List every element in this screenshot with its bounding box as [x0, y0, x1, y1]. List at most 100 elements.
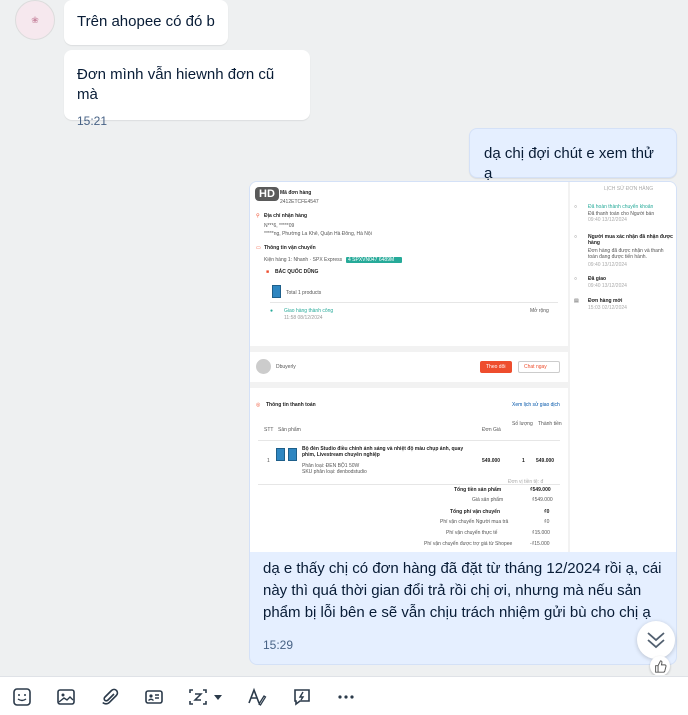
attachment-icon — [102, 688, 119, 705]
message-text: Trên ahopee có đó b — [77, 13, 215, 30]
message-bubble-1[interactable]: Trên ahopee có đó b — [64, 0, 228, 45]
product-qty: 1 — [522, 458, 525, 464]
caret-down-icon — [214, 695, 222, 700]
message-time: 15:29 — [263, 638, 294, 652]
col-header: STT — [264, 427, 274, 433]
product-thumbnail — [276, 448, 285, 461]
image-caption: dạ e thấy chị có đơn hàng đã đặt từ thán… — [263, 560, 662, 621]
image-icon — [57, 689, 75, 705]
history-event-time: 09:40 13/12/2024 — [588, 217, 627, 223]
chat-messages: ❀ Trên ahopee có đó b Đơn mình vẫn hiewn… — [0, 0, 688, 675]
capture-options-dropdown[interactable] — [211, 686, 225, 708]
summary-value: -₫15.000 — [530, 541, 550, 547]
history-title: LỊCH SỬ ĐƠN HÀNG — [604, 186, 654, 192]
capture-button[interactable] — [187, 686, 209, 708]
image-message[interactable]: Mã đơn hàng 2412ETCFE4547 ⚲ Địa chỉ nhận… — [249, 181, 677, 665]
more-icon — [338, 695, 354, 699]
follow-label: Theo dõi — [486, 364, 506, 370]
product-amount: 549.000 — [536, 458, 555, 464]
product-price: 549.000 — [482, 458, 501, 464]
double-chevron-down-icon — [647, 632, 665, 649]
history-event-title: Người mua xác nhận đã nhận được hàng — [588, 234, 673, 246]
image-button[interactable] — [55, 686, 77, 708]
row-number: 1 — [267, 458, 270, 464]
summary-value: ₫549.000 — [530, 487, 551, 493]
summary-label: Phí vận chuyển được trợ giá từ Shopee — [424, 541, 513, 547]
delivered-time: 11:58 08/12/2024 — [284, 315, 323, 321]
message-bubble-2[interactable]: Đơn mình vẫn hiewnh đơn cũ mà 15:21 — [64, 50, 310, 128]
capture-icon — [189, 689, 207, 705]
order-screenshot-image[interactable]: Mã đơn hàng 2412ETCFE4547 ⚲ Địa chỉ nhận… — [250, 182, 676, 552]
product-thumbnail — [272, 285, 281, 298]
shop-icon: ■ — [266, 269, 270, 275]
hd-badge: HD — [255, 187, 279, 201]
history-dot-icon: ○ — [574, 204, 578, 210]
summary-value: ₫0 — [544, 519, 550, 525]
history-event-title: Đã hoàn thành chuyển khoản — [588, 204, 654, 210]
order-history-panel: LỊCH SỬ ĐƠN HÀNG ○ Đã hoàn thành chuyển … — [570, 182, 676, 552]
contact-avatar[interactable]: ❀ — [15, 0, 55, 40]
sticker-icon — [13, 688, 31, 706]
summary-value: ₫15.000 — [532, 530, 550, 536]
message-bubble-3[interactable]: dạ chị đợi chút e xem thử ạ — [469, 128, 677, 182]
product-name: Bộ đèn Studio điều chỉnh ánh sáng và nhi… — [302, 446, 464, 458]
tracking-number: 4 SPXVN047 6489M — [348, 257, 395, 263]
delivered-status: Giao hàng thành công — [284, 308, 334, 314]
order-card: Mã đơn hàng 2412ETCFE4547 ⚲ Địa chỉ nhận… — [250, 182, 568, 346]
product-thumbnail — [288, 448, 297, 461]
summary-value: ₫0 — [544, 509, 550, 515]
history-event-detail: Đơn hàng đã được nhận và thanh toán đang… — [588, 248, 664, 260]
message-text: Đơn mình vẫn hiewnh đơn cũ mà — [77, 66, 275, 103]
address-line: *****ng, Phường La Khê, Quận Hà Đông, Hà… — [264, 231, 372, 237]
address-name: N***6, *****09 — [264, 223, 295, 229]
chat-label: Chat ngay — [524, 364, 547, 370]
shipping-line: Kiện hàng 1: Nhanh · SPX Express — [264, 257, 343, 263]
col-header: Đơn Giá — [482, 427, 501, 433]
quick-message-button[interactable] — [291, 686, 313, 708]
history-event-time: 09:40 13/12/2024 — [588, 262, 627, 268]
buyer-avatar — [256, 359, 271, 374]
payment-icon: ◎ — [256, 402, 261, 408]
scroll-to-bottom-button[interactable] — [637, 621, 675, 659]
thumbs-up-icon — [654, 659, 666, 673]
expand-link: Mở rộng — [530, 308, 549, 314]
format-text-icon — [248, 687, 267, 706]
summary-label: Tổng phí vận chuyển — [450, 509, 501, 515]
divider — [270, 302, 558, 303]
product-sku: SKU phân loại: đenbodstudio — [302, 469, 367, 475]
transaction-history-link: Xem lịch sử giao dịch — [512, 402, 560, 408]
quick-message-icon — [294, 689, 310, 706]
summary-label: Phí vận chuyển Người mua trả — [440, 519, 509, 525]
sticker-button[interactable] — [11, 686, 33, 708]
order-id: 2412ETCFE4547 — [280, 199, 319, 205]
history-dot-icon: ▤ — [574, 298, 579, 304]
summary-label: Phí vận chuyển thực tế — [446, 530, 498, 536]
payment-title: Thông tin thanh toán — [266, 402, 316, 408]
divider — [258, 440, 560, 441]
product-total: Total 1 products — [286, 290, 322, 296]
format-text-button[interactable] — [246, 686, 268, 708]
divider — [258, 484, 560, 485]
col-header: Thành tiền — [538, 421, 562, 427]
location-icon: ⚲ — [256, 213, 260, 219]
more-button[interactable] — [335, 686, 357, 708]
buyer-card: Dbuyerly Theo dõi Chat ngay — [250, 352, 568, 382]
message-text: dạ chị đợi chút e xem thử ạ — [484, 145, 654, 182]
attachment-button[interactable] — [99, 686, 121, 708]
col-header: Số lượng — [512, 421, 533, 427]
address-title: Địa chỉ nhận hàng — [264, 213, 308, 219]
shipping-title: Thông tin vận chuyển — [264, 245, 316, 251]
composer-toolbar — [0, 676, 688, 715]
col-header: Sản phẩm — [278, 427, 301, 433]
contact-card-button[interactable] — [143, 686, 165, 708]
truck-icon: ▭ — [256, 245, 261, 251]
summary-value: ₫549.000 — [532, 497, 553, 503]
history-dot-icon: ○ — [574, 234, 578, 240]
shop-name: BÁC QUỐC DŨNG — [275, 269, 319, 275]
history-event-time: 09:40 13/12/2024 — [588, 283, 627, 289]
summary-label: Giá sản phẩm — [472, 497, 504, 503]
message-time: 15:21 — [77, 114, 108, 128]
summary-label: Tổng tiền sản phẩm — [454, 487, 502, 493]
reaction-like-button[interactable] — [650, 656, 670, 675]
contact-card-icon — [145, 690, 163, 704]
